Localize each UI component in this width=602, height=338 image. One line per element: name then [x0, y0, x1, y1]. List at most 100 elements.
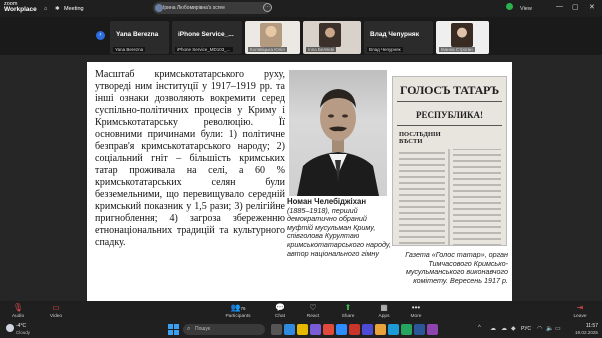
close-window-button[interactable]: ✕	[589, 3, 595, 11]
more-dots-icon: •••	[411, 303, 421, 312]
portrait-caption-text: (1885–1918), перший демократично обраний…	[287, 205, 391, 258]
presentation-slide: Масштаб кримськотатарського руху, утворе…	[87, 62, 512, 301]
clock-time[interactable]: 11:57	[568, 323, 598, 329]
slide-body-text: Масштаб кримськотатарського руху, утворе…	[95, 69, 285, 248]
more-button[interactable]: ••• More	[402, 303, 430, 319]
participant-name-large: Влад Чепурняк	[370, 31, 419, 38]
participant-name-label: Іванна Строган	[439, 47, 475, 52]
apps-button[interactable]: ▦ Apps	[370, 303, 398, 319]
weather-condition: Cloudy	[16, 330, 31, 335]
windows-taskbar: -4°C Cloudy ⌕ Пошук ^ ☁ ☁ ◆ РУС ◠ 🔈 ▭ 11…	[0, 321, 602, 338]
weather-cloud-icon	[6, 324, 14, 332]
wifi-icon[interactable]: ◠	[537, 325, 542, 332]
store-icon[interactable]	[310, 324, 321, 335]
heart-react-icon: ♡	[309, 303, 317, 312]
audio-button[interactable]: 🎙 Audio	[4, 303, 32, 319]
participant-tile[interactable]: Колявіцька Юлія	[245, 21, 300, 54]
newspaper-caption: Газета «Голос татар», орган Тимчасового …	[405, 250, 508, 285]
participant-tile[interactable]: Yana Berezna Yana Berezna	[110, 21, 169, 54]
participant-tile[interactable]: Іванна Строган	[436, 21, 489, 54]
viber-icon[interactable]	[427, 324, 438, 335]
presenter-avatar	[155, 4, 163, 12]
chat-label: Chat	[274, 314, 286, 319]
newspaper-rule	[397, 125, 502, 126]
search-placeholder: Пошук	[195, 326, 211, 332]
antivirus-tray-icon[interactable]: ◆	[511, 325, 516, 332]
newspaper-headline: РЕСПУБЛИКА!	[415, 110, 484, 120]
apps-label: Apps	[378, 314, 390, 319]
participant-name-large: Yana Berezna	[116, 31, 159, 38]
audio-label: Audio	[11, 314, 25, 319]
participants-icon: 👥76	[230, 303, 246, 312]
portrait-caption: Номан Челебіджіхан (1885–1918), перший д…	[287, 197, 391, 258]
app-icon-red[interactable]	[323, 324, 334, 335]
windows-start-icon[interactable]	[168, 324, 179, 335]
participant-name-label: Влад Чепурняк	[367, 47, 403, 52]
video-button[interactable]: ▭ Video	[42, 303, 70, 319]
newspaper-news-heading: ПОСЛѢДНІИ ВѢСТИ	[399, 131, 441, 145]
participants-count: 76	[240, 306, 246, 311]
previous-page-button[interactable]: ‹	[96, 31, 105, 40]
share-screen-icon: ⬆	[344, 303, 352, 312]
newspaper-image: ГОЛОСЪ ТАТАРЪ РЕСПУБЛИКА! ПОСЛѢДНІИ ВѢСТ…	[392, 76, 507, 246]
brand-bottom: Workplace	[4, 6, 37, 13]
taskbar-search-box[interactable]: ⌕ Пошук	[183, 324, 265, 335]
telegram-icon[interactable]	[388, 324, 399, 335]
apps-grid-icon: ▦	[380, 303, 388, 312]
powerpoint-icon[interactable]	[349, 324, 360, 335]
participant-tile[interactable]: iPhone Service_... iPhone Service_MD103_…	[172, 21, 242, 54]
leave-label: Leave	[573, 314, 587, 319]
share-button[interactable]: ⬆ Share	[334, 303, 362, 319]
chat-icon: 💬	[275, 303, 285, 312]
participants-label: Participants	[225, 314, 251, 319]
onedrive-tray-icon[interactable]: ☁	[501, 325, 507, 332]
zoom-app-icon[interactable]	[336, 324, 347, 335]
tray-chevron-icon[interactable]: ^	[478, 325, 481, 331]
input-language[interactable]: РУС	[521, 326, 531, 332]
newspaper-masthead: ГОЛОСЪ ТАТАРЪ	[400, 83, 499, 97]
camera-off-icon: ▭	[52, 303, 60, 312]
screen-share-label: Ірина Любомирівна's scree	[163, 5, 225, 11]
portrait-photo	[289, 70, 387, 196]
participant-name-label: Inna Беляєві	[306, 47, 337, 52]
meeting-tab-label[interactable]: Meeting	[64, 4, 84, 14]
chat-button[interactable]: 💬 Chat	[266, 303, 294, 319]
participant-video-face	[319, 23, 341, 47]
microphone-muted-icon: 🎙	[12, 303, 24, 312]
video-label: Video	[49, 314, 63, 319]
teams-icon[interactable]	[362, 324, 373, 335]
leave-button[interactable]: ⇥ Leave	[566, 303, 594, 319]
clock-date[interactable]: 19.02.2025	[560, 330, 598, 335]
weather-temp: -4°C	[16, 323, 27, 329]
react-button[interactable]: ♡ React	[299, 303, 327, 319]
edge-browser-icon[interactable]	[284, 324, 295, 335]
view-menu-label[interactable]: View	[520, 4, 532, 14]
cloud-tray-icon[interactable]: ☁	[490, 325, 496, 332]
minimize-button[interactable]: —	[556, 3, 563, 10]
task-view-icon[interactable]	[271, 324, 282, 335]
settings-icon[interactable]: ✱	[55, 4, 60, 14]
participant-tile[interactable]: Влад Чепурняк Влад Чепурняк	[364, 21, 433, 54]
excel-icon[interactable]	[401, 324, 412, 335]
participant-name-label: Колявіцька Юлія	[248, 47, 287, 52]
participant-tile[interactable]: Inna Беляєві	[303, 21, 361, 54]
screen-share-pill[interactable]: Ірина Любомирівна's scree	[153, 2, 271, 14]
restore-button[interactable]: ▢	[572, 3, 579, 11]
volume-icon[interactable]: 🔈	[546, 325, 553, 332]
security-shield-icon[interactable]	[506, 3, 513, 10]
newspaper-rule	[397, 101, 502, 102]
word-icon[interactable]	[414, 324, 425, 335]
participants-button[interactable]: 👥76 Participants	[222, 303, 254, 319]
file-explorer-icon[interactable]	[297, 324, 308, 335]
chrome-icon[interactable]	[375, 324, 386, 335]
share-label: Share	[341, 314, 355, 319]
more-options-icon[interactable]: ⋯	[263, 3, 272, 12]
participant-video-face	[451, 23, 473, 47]
more-label: More	[410, 314, 422, 319]
participant-video-face	[260, 23, 282, 47]
leave-door-icon: ⇥	[576, 303, 584, 312]
participant-name-label: iPhone Service_MD103_...	[175, 47, 233, 52]
home-icon[interactable]: ⌂	[44, 4, 47, 14]
search-icon: ⌕	[187, 326, 191, 332]
participant-strip	[0, 17, 602, 55]
